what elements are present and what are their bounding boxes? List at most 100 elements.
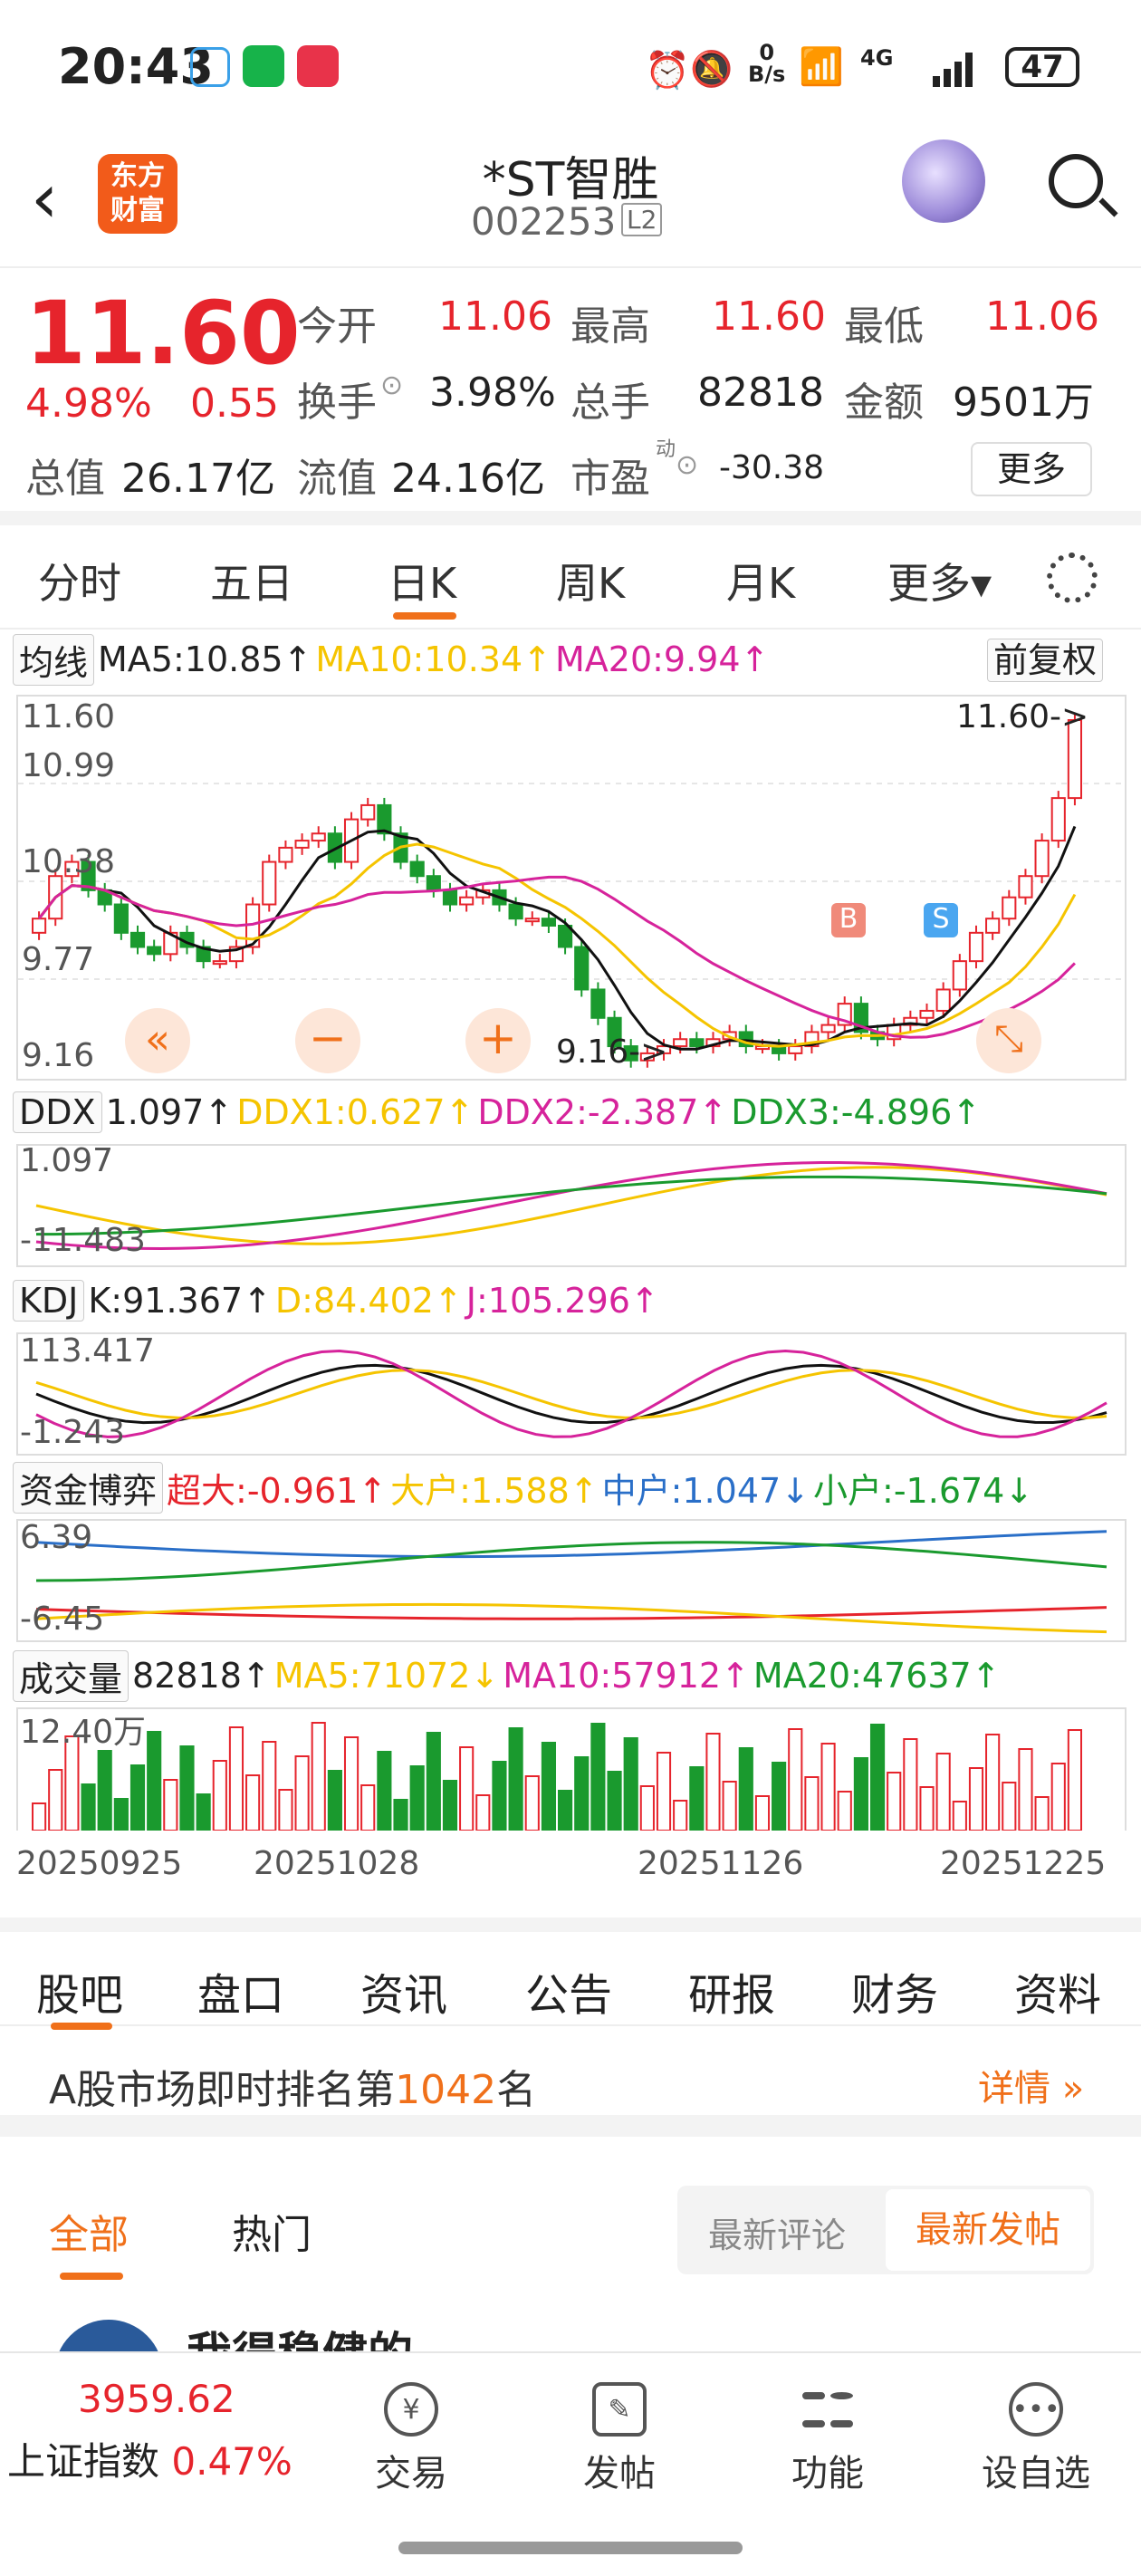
back-icon[interactable]: ‹: [31, 158, 58, 238]
fund-large: 大户:1.588↑: [390, 1470, 599, 1511]
candle: [113, 903, 129, 934]
date-label-4: 20251225: [940, 1845, 1107, 1882]
nav-post-label: 发帖: [583, 2453, 656, 2494]
tab-forum[interactable]: 股吧: [36, 1959, 123, 2023]
nav-trade[interactable]: ¥ 交易: [348, 2382, 475, 2496]
candle: [311, 832, 326, 842]
tab-announce[interactable]: 公告: [525, 1959, 612, 2023]
candle: [409, 860, 425, 878]
candle: [1034, 840, 1050, 878]
zoom-in-icon[interactable]: +: [465, 1008, 531, 1073]
volume-panel[interactable]: 12.40万: [16, 1707, 1127, 1831]
robot-avatar-icon[interactable]: [902, 139, 985, 223]
more-button[interactable]: 更多: [971, 442, 1092, 496]
tab-5day[interactable]: 五日: [210, 551, 293, 610]
buy-marker[interactable]: B: [831, 903, 866, 937]
kdj-svg: [35, 1349, 1107, 1438]
candle: [820, 1024, 836, 1033]
detail-link[interactable]: 详情 »: [978, 2059, 1084, 2111]
nav-function[interactable]: 功能: [764, 2382, 891, 2496]
y-label-min: 9.16: [22, 1037, 95, 1074]
tab-orderbook[interactable]: 盘口: [197, 1959, 284, 2023]
volume-svg: [32, 1722, 1082, 1831]
mute-icon: 🔕: [690, 49, 734, 89]
tab-profile[interactable]: 资料: [1014, 1959, 1101, 2023]
tab-research[interactable]: 研报: [688, 1959, 775, 2023]
kdj-legend: KDJ K:91.367↑ D:84.402↑ J:105.296↑: [13, 1278, 659, 1323]
kdj-d: D:84.402↑: [274, 1281, 463, 1321]
tab-all[interactable]: 全部: [49, 2202, 129, 2260]
tab-hot[interactable]: 热门: [232, 2202, 312, 2260]
volume-bar: [343, 1736, 360, 1831]
index-value[interactable]: 3959.62: [78, 2377, 235, 2421]
tab-finance[interactable]: 财务: [851, 1959, 938, 2023]
k-line: [35, 1363, 1107, 1425]
volume-bar: [262, 1741, 277, 1831]
app-notify-icon-2: [243, 45, 284, 87]
rank-prefix: A股市场即时排名第: [49, 2067, 396, 2113]
zoom-out-icon[interactable]: −: [295, 1008, 360, 1073]
ma-selector[interactable]: 均线: [13, 633, 95, 686]
volume-bar: [360, 1784, 376, 1831]
date-label-2: 20251028: [254, 1845, 420, 1882]
ddx3-label: DDX3:-4.896↑: [731, 1092, 982, 1132]
candle: [1018, 875, 1033, 899]
volume-bar: [869, 1724, 886, 1831]
pe-label: 市盈: [570, 456, 650, 502]
adjust-button[interactable]: 前复权: [987, 639, 1104, 682]
high-label: 最高: [570, 303, 650, 350]
candle: [278, 846, 293, 863]
tab-monthly[interactable]: 月K: [726, 551, 795, 610]
sort-latest-comment[interactable]: 最新评论: [708, 2207, 846, 2257]
ddx-panel[interactable]: 1.097 -11.483: [16, 1142, 1127, 1267]
info-icon[interactable]: ⊙: [380, 370, 403, 401]
level2-badge[interactable]: L2: [621, 203, 663, 236]
volume-bar: [311, 1722, 326, 1831]
volume-bar: [968, 1767, 984, 1831]
fund-panel[interactable]: 6.39 -6.45: [16, 1519, 1127, 1642]
ddx3-line: [35, 1175, 1107, 1236]
search-icon[interactable]: [1049, 154, 1118, 217]
candle: [919, 1009, 935, 1019]
net-speed: 0 B/s: [748, 40, 786, 87]
min-tag: 9.16->: [556, 1033, 668, 1071]
battery-icon: 47: [1005, 47, 1079, 87]
ddx2-label: DDX2:-2.387↑: [477, 1092, 728, 1132]
scroll-left-icon[interactable]: «: [125, 1008, 190, 1073]
kdj-panel[interactable]: 113.417 -1.243: [16, 1332, 1127, 1456]
ddx-selector[interactable]: DDX: [13, 1091, 102, 1133]
status-bar: 20:43 ⏰ 🔕 0 B/s 📶 4G 47: [0, 0, 1141, 136]
tab-minute[interactable]: 分时: [38, 551, 121, 610]
volume-selector[interactable]: 成交量: [13, 1649, 129, 1702]
kdj-j: J:105.296↑: [465, 1281, 659, 1321]
tab-news[interactable]: 资讯: [360, 1959, 447, 2023]
fund-selector[interactable]: 资金博弈: [13, 1461, 164, 1514]
price-change: 0.55: [190, 380, 279, 427]
volume-bar: [952, 1801, 967, 1831]
candle: [541, 918, 556, 928]
volume-value: 82818: [697, 370, 824, 416]
nav-post[interactable]: ✎ 发帖: [556, 2382, 683, 2496]
vol-ma20: MA20:47637↑: [753, 1656, 1001, 1696]
kdj-selector[interactable]: KDJ: [13, 1280, 85, 1322]
fund-small: 小户:-1.674↓: [813, 1470, 1034, 1511]
tab-more[interactable]: 更多▾: [887, 551, 992, 610]
sort-latest-post[interactable]: 最新发帖: [886, 2189, 1090, 2271]
tab-weekly[interactable]: 周K: [556, 551, 625, 610]
sell-marker[interactable]: S: [924, 903, 958, 937]
kline-panel[interactable]: 11.60 10.99 10.38 9.77 9.16 11.60-> 9.16…: [16, 695, 1127, 1081]
ma-legend: 均线 MA5:10.85↑ MA10:10.34↑ MA20:9.94↑: [13, 633, 769, 686]
grid-icon: [801, 2382, 855, 2437]
candle: [574, 946, 590, 991]
volume-bar: [772, 1762, 787, 1831]
fullscreen-icon[interactable]: ⤡: [976, 1008, 1041, 1073]
fund-axis-top: 6.39: [20, 1519, 93, 1556]
tab-daily[interactable]: 日K: [388, 551, 456, 610]
candle: [590, 988, 606, 1019]
rank-bar[interactable]: A股市场即时排名第1042名 详情 »: [0, 2026, 1141, 2137]
nav-watchlist[interactable]: ••• 设自选: [973, 2382, 1099, 2496]
pe-sup: 动: [656, 438, 676, 461]
info-icon-2[interactable]: ⊙: [676, 449, 698, 481]
settings-icon[interactable]: [1047, 553, 1098, 603]
index-line[interactable]: 上证指数 0.47%: [7, 2431, 292, 2486]
